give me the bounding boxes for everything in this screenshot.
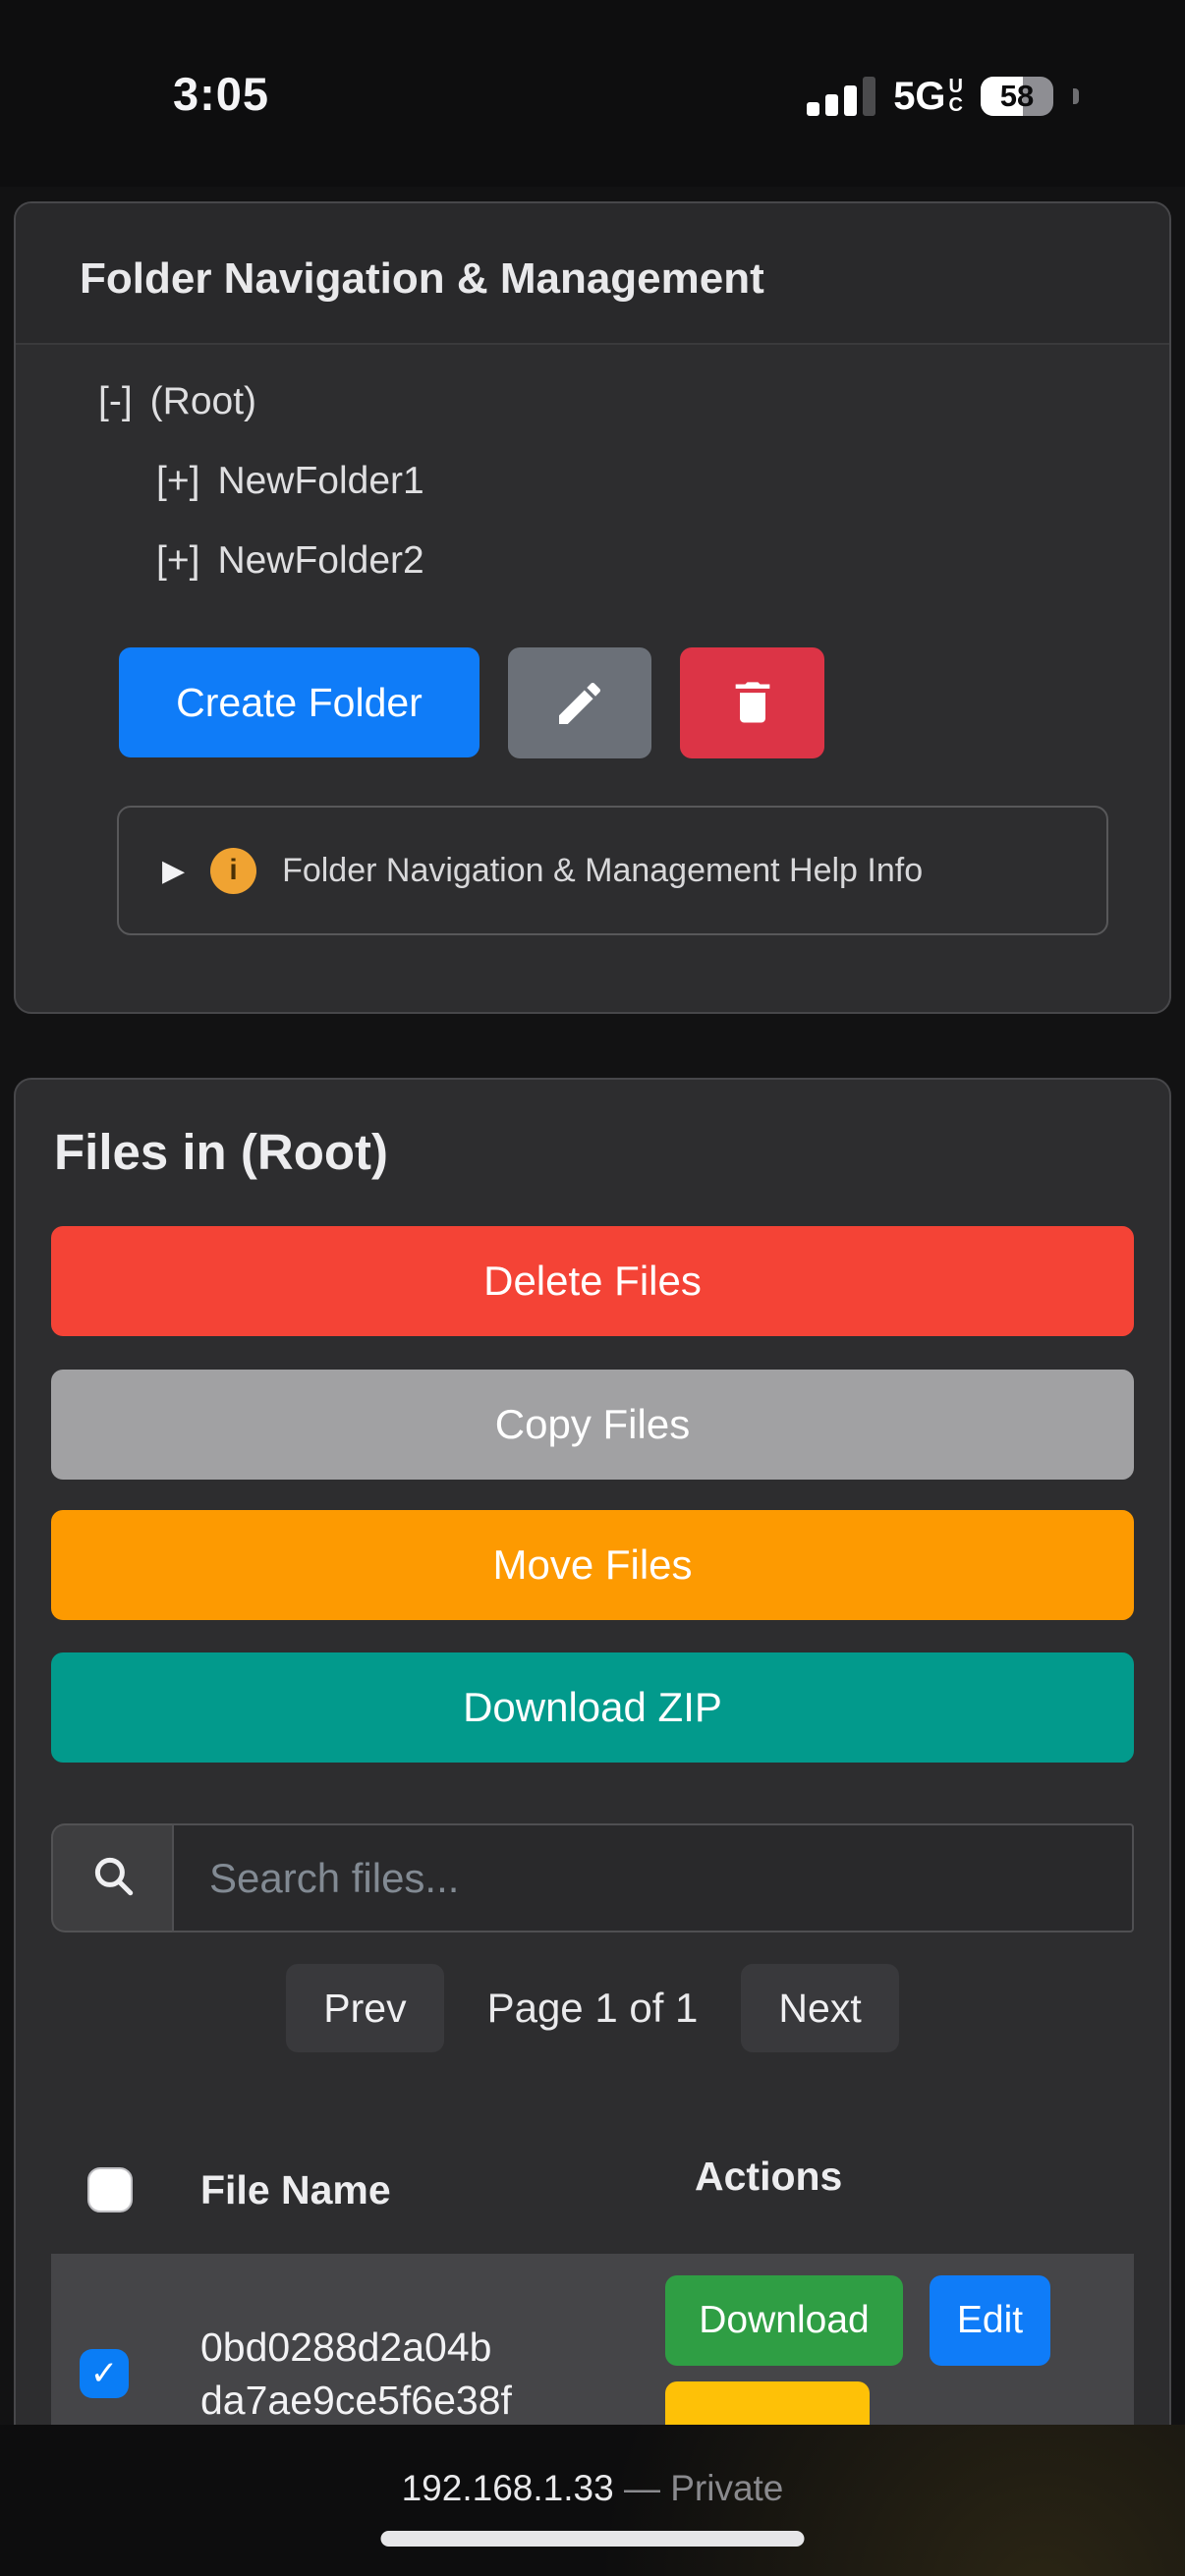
create-folder-button[interactable]: Create Folder bbox=[119, 647, 480, 757]
rename-folder-button[interactable] bbox=[508, 647, 651, 758]
home-indicator[interactable] bbox=[381, 2531, 805, 2547]
prev-page-button[interactable]: Prev bbox=[286, 1964, 443, 2052]
privacy-label: — Private bbox=[624, 2468, 783, 2508]
search-icon bbox=[88, 1851, 138, 1905]
status-bar: 3:05 5G U C 58 bbox=[0, 0, 1185, 187]
delete-files-button[interactable]: Delete Files bbox=[51, 1226, 1134, 1336]
edit-file-button[interactable]: Edit bbox=[930, 2275, 1050, 2366]
network-type-label: 5G bbox=[893, 75, 945, 119]
status-time: 3:05 bbox=[155, 67, 287, 121]
folder-navigation-card: Folder Navigation & Management [-] (Root… bbox=[14, 201, 1171, 1014]
url-host[interactable]: 192.168.1.33 bbox=[402, 2468, 614, 2508]
tree-label-newfolder2[interactable]: NewFolder2 bbox=[217, 539, 423, 583]
help-label[interactable]: Folder Navigation & Management Help Info bbox=[282, 852, 923, 890]
iphone-screen: 3:05 5G U C 58 Folder Navigation & Manag… bbox=[0, 0, 1185, 2576]
tree-label-root[interactable]: (Root) bbox=[150, 380, 256, 423]
file-name-cell: 0bd0288d2a04b da7ae9ce5f6e38f bbox=[200, 2321, 618, 2427]
tree-toggle-expand[interactable]: [+] bbox=[156, 460, 199, 503]
page-indicator: Page 1 of 1 bbox=[487, 1985, 699, 2032]
folder-tree: [-] (Root) [+] NewFolder1 [+] NewFolder2 bbox=[67, 380, 1138, 583]
checkmark-icon: ✓ bbox=[90, 2354, 119, 2393]
file-table-header: File Name Actions bbox=[51, 2151, 1134, 2229]
battery-icon: 58 bbox=[981, 77, 1053, 116]
cellular-signal-icon bbox=[807, 77, 875, 116]
next-page-button[interactable]: Next bbox=[741, 1964, 898, 2052]
file-search bbox=[51, 1823, 1134, 1932]
tree-toggle-expand[interactable]: [+] bbox=[156, 539, 199, 583]
folder-card-body: [-] (Root) [+] NewFolder1 [+] NewFolder2… bbox=[16, 345, 1169, 1012]
network-type-indicator: 5G U C bbox=[893, 75, 963, 119]
tree-toggle-collapse[interactable]: [-] bbox=[98, 380, 133, 423]
actions-column-header: Actions bbox=[695, 2154, 842, 2200]
tree-item-root[interactable]: [-] (Root) bbox=[98, 380, 1138, 423]
copy-files-button[interactable]: Copy Files bbox=[51, 1370, 1134, 1480]
search-input[interactable] bbox=[172, 1823, 1134, 1932]
help-disclosure[interactable]: ▶ i Folder Navigation & Management Help … bbox=[117, 806, 1108, 935]
folder-card-header: Folder Navigation & Management bbox=[16, 203, 1169, 345]
delete-folder-button[interactable] bbox=[680, 647, 824, 758]
search-icon-addon bbox=[51, 1823, 172, 1932]
pagination: Prev Page 1 of 1 Next bbox=[51, 1964, 1134, 2052]
info-icon: i bbox=[210, 848, 256, 894]
disclosure-triangle-icon[interactable]: ▶ bbox=[162, 854, 185, 888]
folder-actions-row: Create Folder bbox=[119, 647, 1138, 758]
files-card: Files in (Root) Delete Files Copy Files … bbox=[14, 1078, 1171, 2571]
address-bar[interactable]: 192.168.1.33 — Private bbox=[0, 2468, 1185, 2509]
download-zip-button[interactable]: Download ZIP bbox=[51, 1652, 1134, 1763]
trash-icon bbox=[727, 676, 778, 731]
files-card-title: Files in (Root) bbox=[54, 1123, 1134, 1181]
download-file-button[interactable]: Download bbox=[665, 2275, 903, 2366]
tree-item-newfolder2[interactable]: [+] NewFolder2 bbox=[156, 539, 1138, 583]
tree-item-newfolder1[interactable]: [+] NewFolder1 bbox=[156, 460, 1138, 503]
battery-nub bbox=[1073, 88, 1079, 104]
browser-bottom-bar: 192.168.1.33 — Private bbox=[0, 2425, 1185, 2576]
pencil-icon bbox=[552, 676, 607, 731]
select-all-checkbox[interactable] bbox=[87, 2167, 133, 2212]
network-subtype-label: U C bbox=[949, 78, 963, 115]
folder-card-title: Folder Navigation & Management bbox=[80, 254, 1130, 304]
file-name-column-header: File Name bbox=[200, 2167, 618, 2213]
status-icons: 5G U C 58 bbox=[807, 59, 1079, 134]
battery-percent: 58 bbox=[981, 77, 1053, 116]
tree-label-newfolder1[interactable]: NewFolder1 bbox=[217, 460, 423, 503]
move-files-button[interactable]: Move Files bbox=[51, 1510, 1134, 1620]
row-checkbox[interactable]: ✓ bbox=[80, 2349, 129, 2398]
